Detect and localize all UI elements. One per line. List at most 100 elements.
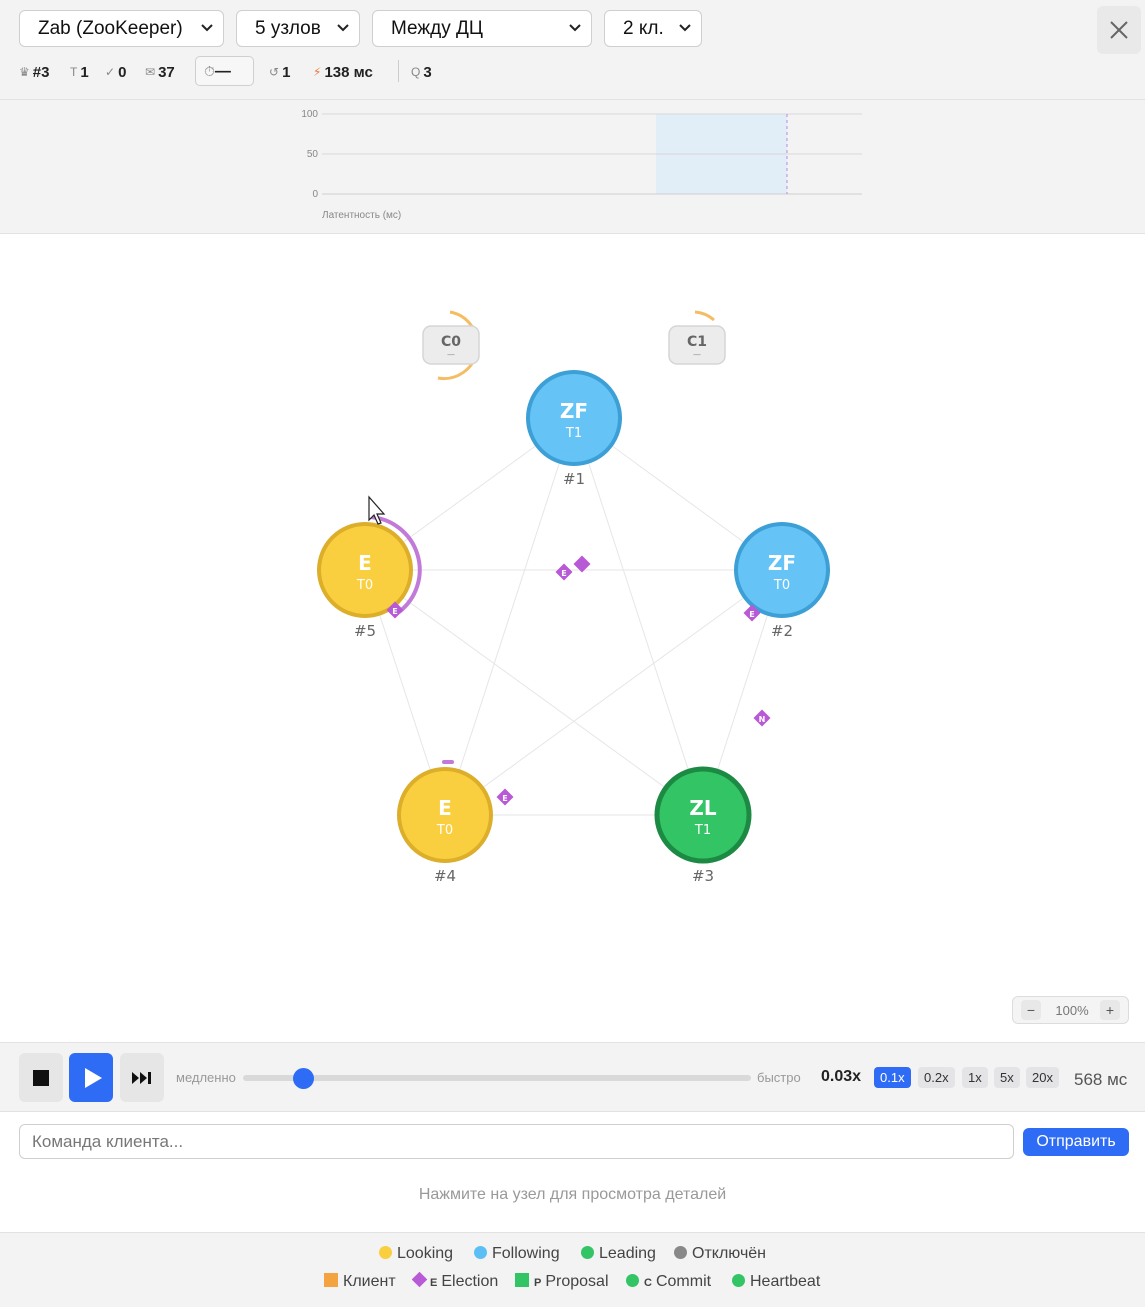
- cluster-graph-svg: C0 — C1 — ZF T1 #1 ZF T0 #2 ZL T1 #3 E T…: [317, 310, 830, 885]
- following-dot-icon: [474, 1246, 487, 1259]
- chevron-down-icon: [337, 24, 349, 32]
- stat-messages: ✉ 37: [145, 60, 175, 84]
- node-id: #2: [771, 622, 793, 640]
- zoom-in-button[interactable]: +: [1100, 1000, 1120, 1020]
- stat-latency: ⚡ 138 мс: [313, 60, 373, 84]
- network-select[interactable]: Между ДЦ: [372, 10, 592, 47]
- protocol-select[interactable]: Zab (ZooKeeper): [19, 10, 224, 47]
- play-icon: [85, 1068, 102, 1088]
- node-term: T0: [356, 578, 373, 593]
- message-letter: E: [392, 607, 397, 616]
- client-square-icon: [324, 1273, 338, 1287]
- node-1[interactable]: ZF T1 #1: [526, 370, 622, 488]
- timer-value: —: [214, 63, 231, 80]
- step-forward-button[interactable]: [120, 1053, 164, 1102]
- chevron-down-icon: [201, 24, 213, 32]
- speed-preset-1x[interactable]: 1x: [962, 1067, 988, 1088]
- close-button[interactable]: [1097, 6, 1141, 54]
- legend-commit: C Commit: [626, 1273, 711, 1292]
- stat-committed-value: 0: [118, 64, 127, 81]
- latency-chart: 100 50 0 Латентность (мс): [0, 100, 1145, 234]
- x-axis-label: Латентность (мс): [322, 210, 401, 221]
- legend-label: Looking: [397, 1245, 454, 1262]
- legend-letter: P: [534, 1277, 542, 1289]
- playback-bar: медленно быстро 0.03x 0.1x 0.2x 1x 5x 20…: [0, 1042, 1145, 1112]
- legend-label: Proposal: [545, 1273, 609, 1290]
- node-id: #3: [692, 867, 714, 885]
- node-state: ZL: [689, 796, 717, 820]
- node-count-select[interactable]: 5 узлов: [236, 10, 360, 47]
- protocol-select-value: Zab (ZooKeeper): [38, 18, 183, 39]
- speed-slider-handle[interactable]: [293, 1068, 315, 1089]
- speed-slider[interactable]: [243, 1075, 751, 1081]
- client-progress-arc: [694, 310, 715, 322]
- client-count-value: 2 кл.: [623, 18, 664, 39]
- envelope-icon: ✉: [145, 65, 156, 79]
- legend: Looking Following Leading Отключён Клиен…: [0, 1233, 1145, 1307]
- leading-dot-icon: [581, 1246, 594, 1259]
- node-term: T0: [773, 578, 790, 593]
- speed-preset-0.2x[interactable]: 0.2x: [918, 1067, 955, 1088]
- node-2[interactable]: ZF T0 #2: [734, 522, 830, 640]
- node-term: T1: [565, 426, 582, 441]
- network-select-value: Между ДЦ: [391, 18, 483, 39]
- zoom-out-button[interactable]: −: [1021, 1000, 1041, 1020]
- client-id: C0: [441, 334, 461, 350]
- node-3[interactable]: ZL T1 #3: [654, 766, 752, 885]
- check-icon: ✓: [105, 65, 116, 79]
- stat-term-value: 1: [80, 64, 89, 81]
- message-letter: E: [561, 569, 566, 578]
- message-election: E: [555, 563, 573, 581]
- client-c1[interactable]: C1 —: [668, 310, 726, 365]
- quorum-icon: Q: [411, 65, 421, 79]
- speed-preset-20x[interactable]: 20x: [1026, 1067, 1059, 1088]
- zoom-level: 100%: [1055, 1003, 1089, 1018]
- message-letter: N: [759, 715, 766, 724]
- latency-chart-svg: 100 50 0 Латентность (мс): [301, 109, 862, 221]
- node-4[interactable]: E T0 #4: [397, 760, 493, 885]
- lightning-icon: ⚡: [313, 65, 322, 79]
- legend-leading: Leading: [581, 1245, 656, 1263]
- y-tick-label: 50: [307, 149, 319, 160]
- stat-restarts: ↺ 1: [269, 60, 290, 84]
- node-count-value: 5 узлов: [255, 18, 321, 39]
- legend-looking: Looking: [379, 1245, 453, 1263]
- stat-term: T1: [70, 60, 89, 84]
- legend-letter: E: [430, 1277, 438, 1289]
- legend-label: Отключён: [692, 1245, 767, 1262]
- node-state: E: [438, 796, 452, 820]
- legend-letter: C: [644, 1277, 652, 1289]
- stat-committed: ✓ 0: [105, 60, 126, 84]
- divider: [398, 60, 399, 82]
- chevron-down-icon: [679, 24, 691, 32]
- client-command-input[interactable]: [19, 1124, 1014, 1159]
- speed-preset-5x[interactable]: 5x: [994, 1067, 1020, 1088]
- command-panel: Отправить Нажмите на узел для просмотра …: [0, 1112, 1145, 1233]
- chevron-down-icon: [569, 24, 581, 32]
- stop-button[interactable]: [19, 1053, 63, 1102]
- zoom-control: − 100% +: [1012, 996, 1129, 1024]
- node-id: #4: [434, 867, 456, 885]
- slow-label: медленно: [176, 1070, 236, 1085]
- client-count-select[interactable]: 2 кл.: [604, 10, 702, 47]
- offline-dot-icon: [674, 1246, 687, 1259]
- proposal-square-icon: [515, 1273, 529, 1287]
- client-sub: —: [693, 350, 701, 359]
- y-tick-label: 100: [301, 109, 318, 120]
- speed-preset-0.1x[interactable]: 0.1x: [874, 1067, 911, 1088]
- play-button[interactable]: [69, 1053, 113, 1102]
- legend-offline: Отключён: [674, 1245, 766, 1263]
- stat-restarts-value: 1: [282, 64, 291, 81]
- node-5[interactable]: E T0 #5: [317, 515, 422, 640]
- edge: [444, 417, 575, 816]
- simulation-time: 568 мс: [1074, 1070, 1128, 1089]
- speed-value: 0.03x: [821, 1068, 862, 1085]
- legend-election: E Election: [410, 1271, 498, 1292]
- timer-button[interactable]: ⏱—: [195, 56, 254, 86]
- toolbar: Zab (ZooKeeper) 5 узлов Между ДЦ 2 кл. ♛…: [0, 0, 1145, 100]
- client-c0[interactable]: C0 —: [422, 310, 480, 381]
- send-button[interactable]: Отправить: [1023, 1128, 1129, 1156]
- legend-following: Following: [474, 1245, 560, 1263]
- legend-label: Heartbeat: [750, 1273, 821, 1290]
- client-id: C1: [687, 334, 707, 350]
